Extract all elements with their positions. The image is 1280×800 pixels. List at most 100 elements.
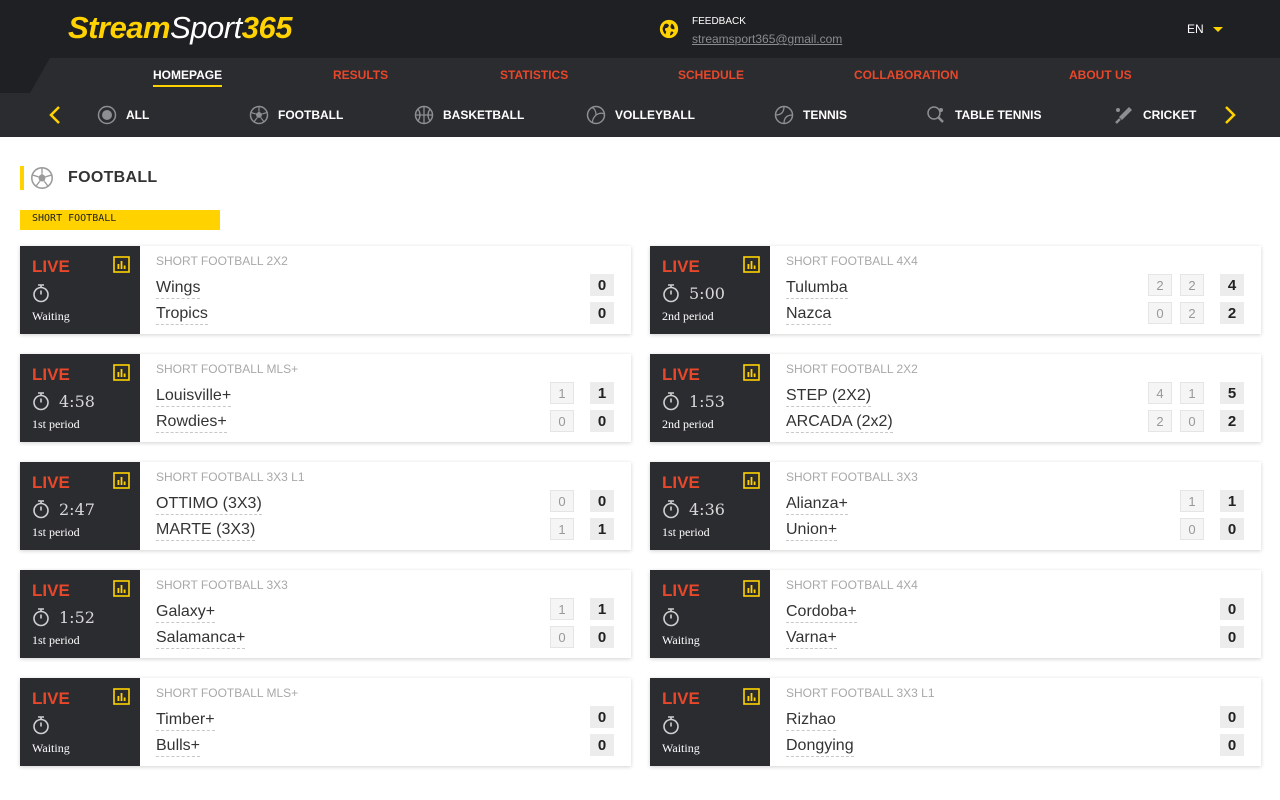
nav-schedule[interactable]: SCHEDULE xyxy=(678,68,744,82)
site-logo[interactable]: StreamSport365 xyxy=(68,10,292,46)
team-home[interactable]: Rizhao xyxy=(786,711,836,731)
sport-filter-all[interactable]: ALL xyxy=(97,93,149,137)
sport-filter-volleyball[interactable]: VOLLEYBALL xyxy=(586,93,695,137)
match-card[interactable]: LIVE Waiting SHORT FOOTBALL MLS+ Timber+… xyxy=(20,678,631,766)
live-badge: LIVE xyxy=(662,689,700,708)
team-home[interactable]: Wings xyxy=(156,279,201,299)
nav-about-us[interactable]: ABOUT US xyxy=(1069,68,1132,82)
team-home[interactable]: Tulumba xyxy=(786,279,848,299)
sport-filter-label: FOOTBALL xyxy=(278,108,344,122)
stopwatch-icon xyxy=(663,500,679,519)
nav-collaboration[interactable]: COLLABORATION xyxy=(854,68,958,82)
total-score: 1 xyxy=(590,518,614,540)
sport-filter-label: TENNIS xyxy=(803,108,848,122)
team-away[interactable]: Dongying xyxy=(786,737,854,757)
match-card[interactable]: LIVE 1:53 2nd period SHORT FOOTBALL 2X2 … xyxy=(650,354,1261,442)
period-score: 0 xyxy=(550,410,574,432)
statistics-icon[interactable] xyxy=(743,256,760,273)
team-home[interactable]: Galaxy+ xyxy=(156,603,216,623)
team-away[interactable]: ARCADA (2x2) xyxy=(786,413,893,433)
match-timer: 1:53 xyxy=(662,391,725,411)
site-header: StreamSport365 FEEDBACK streamsport365@g… xyxy=(0,0,1280,93)
match-card[interactable]: LIVE 5:00 2nd period SHORT FOOTBALL 4X4 … xyxy=(650,246,1261,334)
stopwatch-icon xyxy=(33,500,49,519)
match-card[interactable]: LIVE 1:52 1st period SHORT FOOTBALL 3X3 … xyxy=(20,570,631,658)
chevron-left-icon[interactable] xyxy=(46,105,66,125)
period-score: 4 xyxy=(1148,382,1172,404)
nav-results[interactable]: RESULTS xyxy=(333,68,388,82)
chevron-right-icon[interactable] xyxy=(1219,105,1239,125)
league-name: SHORT FOOTBALL 3X3 xyxy=(786,470,918,484)
team-home[interactable]: Cordoba+ xyxy=(786,603,857,623)
team-away[interactable]: Bulls+ xyxy=(156,737,201,757)
team-away[interactable]: Salamanca+ xyxy=(156,629,246,649)
team-away[interactable]: MARTE (3X3) xyxy=(156,521,256,541)
sport-filter-tennis[interactable]: TENNIS xyxy=(774,93,847,137)
period-score: 1 xyxy=(1180,490,1204,512)
league-group-label[interactable]: SHORT FOOTBALL xyxy=(20,210,220,230)
league-name: SHORT FOOTBALL MLS+ xyxy=(156,686,299,700)
team-away[interactable]: Rowdies+ xyxy=(156,413,227,433)
team-away[interactable]: Union+ xyxy=(786,521,838,541)
statistics-icon[interactable] xyxy=(743,688,760,705)
statistics-icon[interactable] xyxy=(113,580,130,597)
statistics-icon[interactable] xyxy=(113,364,130,381)
sport-filter-basketball[interactable]: BASKETBALL xyxy=(414,93,524,137)
match-card[interactable]: LIVE Waiting SHORT FOOTBALL 3X3 L1 Rizha… xyxy=(650,678,1261,766)
team-home[interactable]: STEP (2X2) xyxy=(786,387,872,407)
match-status-panel: LIVE Waiting xyxy=(20,678,140,766)
chevron-down-icon xyxy=(1212,26,1223,32)
team-away[interactable]: Nazca xyxy=(786,305,832,325)
league-name: SHORT FOOTBALL MLS+ xyxy=(156,362,299,376)
match-card[interactable]: LIVE 4:36 1st period SHORT FOOTBALL 3X3 … xyxy=(650,462,1261,550)
tennis-ball-icon xyxy=(774,105,794,125)
cricket-bat-icon xyxy=(1115,107,1132,124)
total-score: 4 xyxy=(1220,274,1244,296)
league-name: SHORT FOOTBALL 3X3 L1 xyxy=(156,470,305,484)
league-name: SHORT FOOTBALL 3X3 L1 xyxy=(786,686,935,700)
match-card[interactable]: LIVE 2:47 1st period SHORT FOOTBALL 3X3 … xyxy=(20,462,631,550)
team-home[interactable]: Timber+ xyxy=(156,711,215,731)
total-score: 2 xyxy=(1220,302,1244,324)
nav-statistics[interactable]: STATISTICS xyxy=(500,68,568,82)
match-status-panel: LIVE 4:36 1st period xyxy=(650,462,770,550)
match-status-panel: LIVE 5:00 2nd period xyxy=(650,246,770,334)
match-timer: 4:58 xyxy=(32,391,95,411)
team-away[interactable]: Tropics xyxy=(156,305,208,325)
match-timer xyxy=(32,715,59,735)
match-card[interactable]: LIVE Waiting SHORT FOOTBALL 4X4 Cordoba+… xyxy=(650,570,1261,658)
match-timer: 1:52 xyxy=(32,607,95,627)
team-away[interactable]: Varna+ xyxy=(786,629,837,649)
team-home[interactable]: Louisville+ xyxy=(156,387,232,407)
statistics-icon[interactable] xyxy=(743,364,760,381)
match-status-panel: LIVE Waiting xyxy=(20,246,140,334)
match-period: Waiting xyxy=(662,633,700,647)
team-home[interactable]: Alianza+ xyxy=(786,495,848,515)
sport-filter-table-tennis[interactable]: TABLE TENNIS xyxy=(926,93,1041,137)
match-time: 1:53 xyxy=(689,391,725,411)
statistics-icon[interactable] xyxy=(113,256,130,273)
feedback-email-link[interactable]: streamsport365@gmail.com xyxy=(692,32,842,46)
stopwatch-icon xyxy=(663,392,679,411)
team-home[interactable]: OTTIMO (3X3) xyxy=(156,495,262,515)
volleyball-icon xyxy=(586,105,606,125)
language-selector[interactable]: EN xyxy=(1187,22,1223,36)
sport-filter-football[interactable]: FOOTBALL xyxy=(249,93,343,137)
match-card[interactable]: LIVE Waiting SHORT FOOTBALL 2X2 Wings Tr… xyxy=(20,246,631,334)
statistics-icon[interactable] xyxy=(743,472,760,489)
sport-filter-cricket[interactable]: CRICKET xyxy=(1114,93,1196,137)
match-period: 1st period xyxy=(32,417,80,431)
period-score: 0 xyxy=(1180,518,1204,540)
nav-homepage[interactable]: HOMEPAGE xyxy=(153,68,223,87)
match-time: 4:36 xyxy=(689,499,725,519)
period-score: 0 xyxy=(1180,410,1204,432)
statistics-icon[interactable] xyxy=(743,580,760,597)
match-card[interactable]: LIVE 4:58 1st period SHORT FOOTBALL MLS+… xyxy=(20,354,631,442)
match-timer: 4:36 xyxy=(662,499,725,519)
statistics-icon[interactable] xyxy=(113,688,130,705)
total-score: 0 xyxy=(590,626,614,648)
feedback-title: FEEDBACK xyxy=(692,16,746,27)
statistics-icon[interactable] xyxy=(113,472,130,489)
stopwatch-icon xyxy=(663,608,679,627)
live-badge: LIVE xyxy=(32,581,70,600)
